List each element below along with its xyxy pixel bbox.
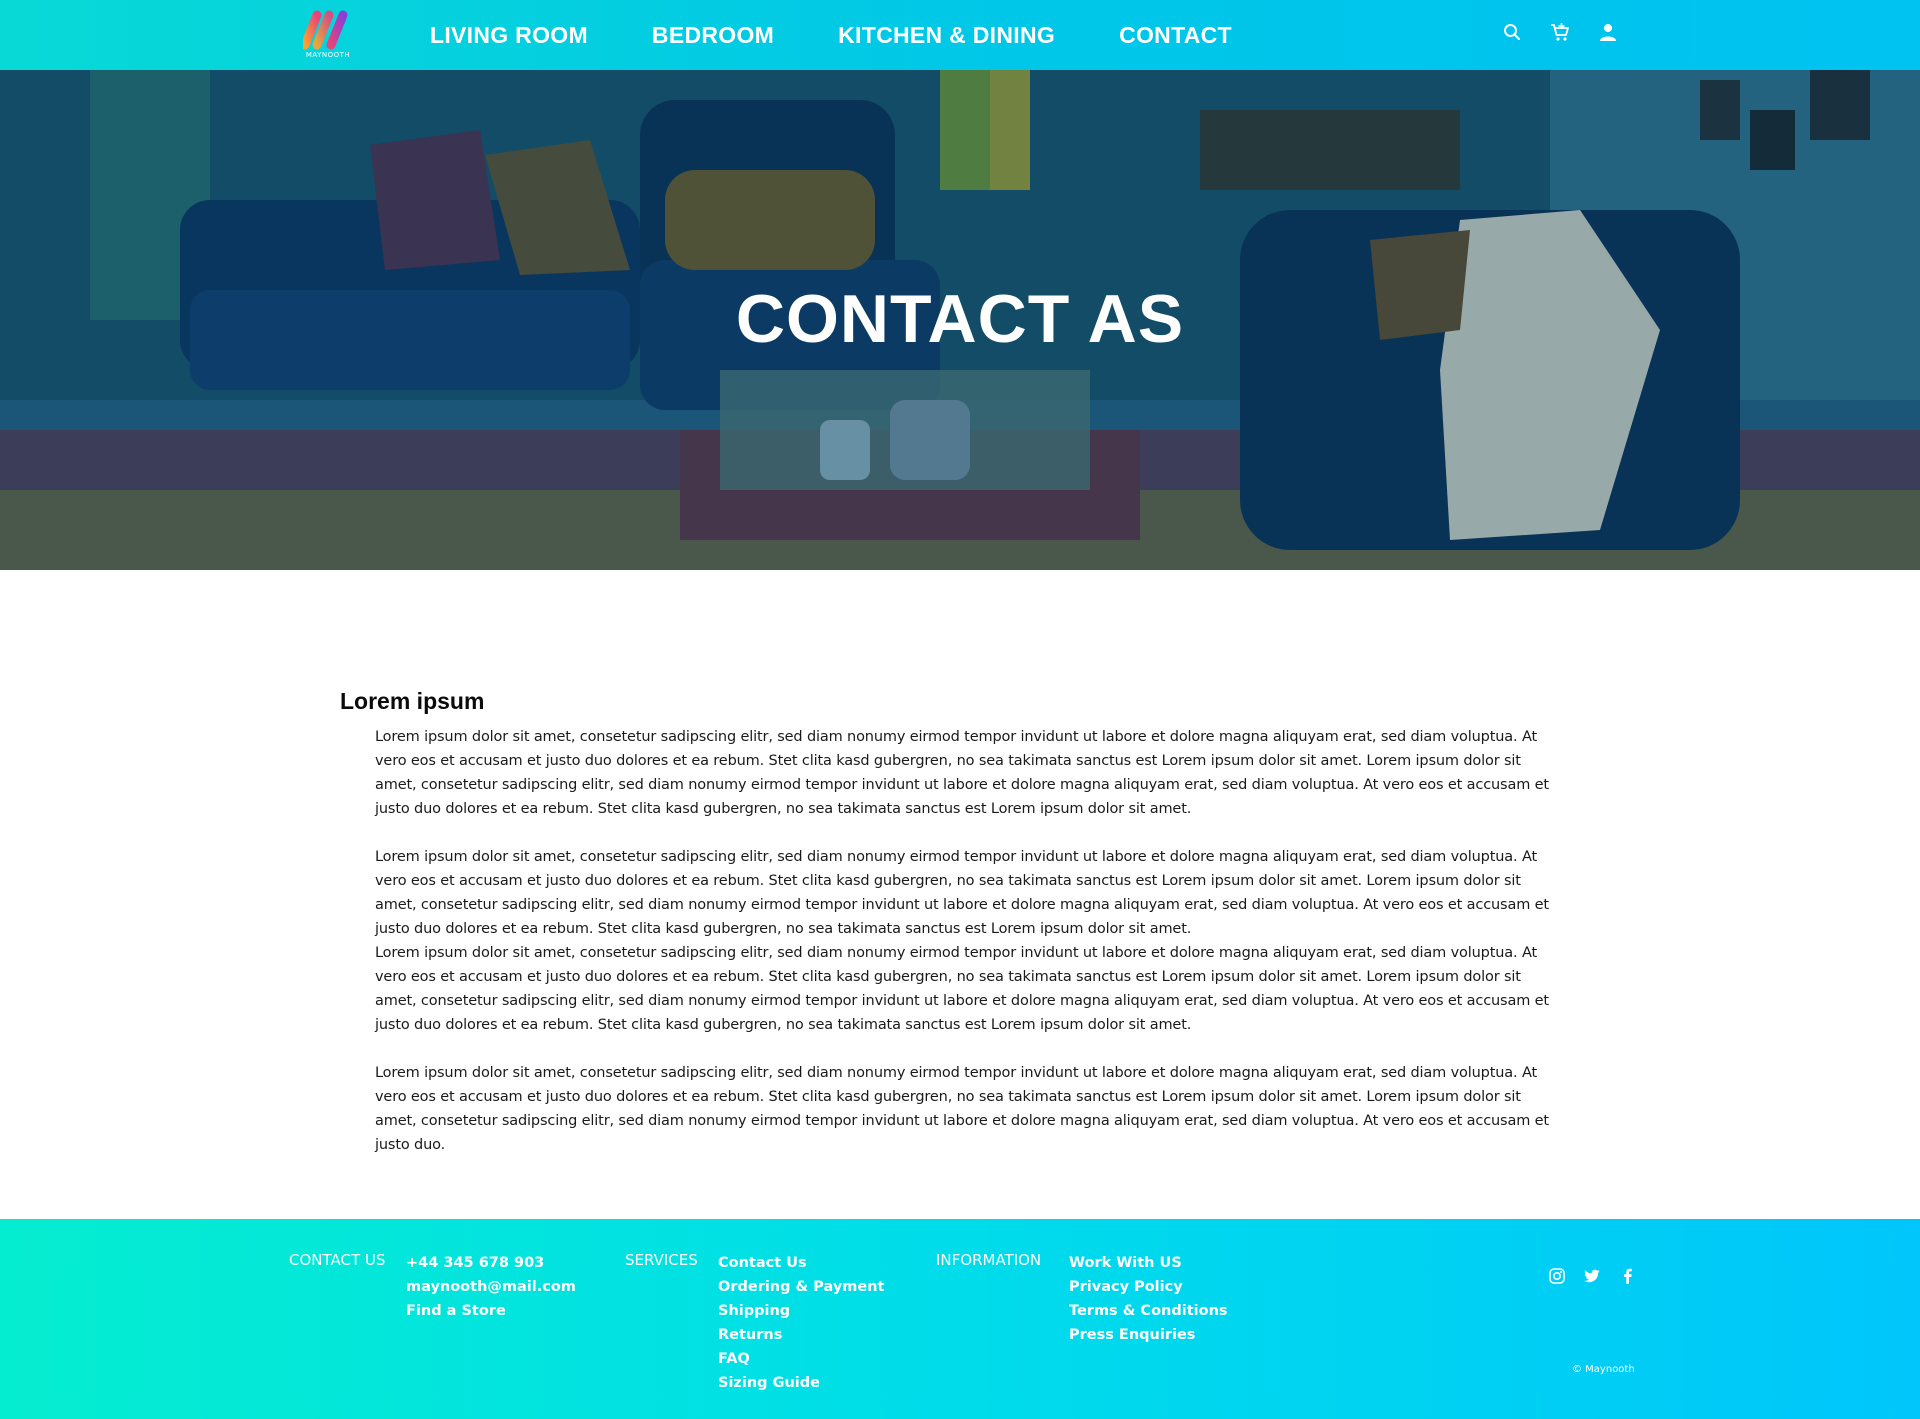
page-title: CONTACT AS	[735, 281, 1185, 357]
nav-kitchen-dining[interactable]: KITCHEN & DINING	[838, 22, 1055, 49]
facebook-icon[interactable]	[1618, 1267, 1636, 1285]
search-icon[interactable]	[1500, 20, 1524, 44]
body-text: Lorem ipsum dolor sit amet, consetetur s…	[375, 725, 1555, 1157]
social-links	[1548, 1267, 1636, 1285]
nav-contact[interactable]: CONTACT	[1119, 22, 1232, 49]
footer-link-press-enquiries[interactable]: Press Enquiries	[1069, 1323, 1228, 1347]
nav-bedroom[interactable]: BEDROOM	[652, 22, 774, 49]
cart-icon[interactable]	[1548, 20, 1572, 44]
logo-mark-icon	[303, 10, 348, 50]
copyright-text: © Maynooth	[1572, 1364, 1635, 1375]
paragraph: Lorem ipsum dolor sit amet, consetetur s…	[375, 1065, 1549, 1153]
footer-information-list: Work With US Privacy Policy Terms & Cond…	[1069, 1251, 1228, 1347]
user-icon[interactable]	[1596, 20, 1620, 44]
main-content: Lorem ipsum Lorem ipsum dolor sit amet, …	[340, 688, 1550, 1157]
footer-phone-link[interactable]: +44 345 678 903	[406, 1251, 576, 1275]
paragraph: Lorem ipsum dolor sit amet, consetetur s…	[375, 729, 1549, 817]
brand-logo[interactable]: MAYNOOTH	[303, 9, 359, 61]
footer-contact-heading: CONTACT US	[289, 1251, 386, 1269]
footer-link-ordering-payment[interactable]: Ordering & Payment	[718, 1275, 884, 1299]
footer-link-work-with-us[interactable]: Work With US	[1069, 1251, 1228, 1275]
footer-services-list: Contact Us Ordering & Payment Shipping R…	[718, 1251, 884, 1395]
footer-link-privacy-policy[interactable]: Privacy Policy	[1069, 1275, 1228, 1299]
hero-banner: CONTACT AS	[0, 70, 1920, 570]
twitter-icon[interactable]	[1583, 1267, 1601, 1285]
footer-link-sizing-guide[interactable]: Sizing Guide	[718, 1371, 884, 1395]
site-footer: CONTACT US +44 345 678 903 maynooth@mail…	[0, 1219, 1920, 1419]
nav-living-room[interactable]: LIVING ROOM	[430, 22, 588, 49]
header-actions	[1500, 20, 1620, 44]
footer-services-heading: SERVICES	[625, 1251, 698, 1269]
section-heading: Lorem ipsum	[340, 688, 485, 714]
paragraph: Lorem ipsum dolor sit amet, consetetur s…	[375, 945, 1549, 1033]
main-nav: LIVING ROOM BEDROOM KITCHEN & DINING CON…	[430, 0, 1296, 70]
footer-email-link[interactable]: maynooth@mail.com	[406, 1275, 576, 1299]
footer-link-returns[interactable]: Returns	[718, 1323, 884, 1347]
brand-name: MAYNOOTH	[305, 51, 351, 59]
site-header: MAYNOOTH LIVING ROOM BEDROOM KITCHEN & D…	[0, 0, 1920, 70]
footer-contact-list: +44 345 678 903 maynooth@mail.com Find a…	[406, 1251, 576, 1323]
footer-find-store-link[interactable]: Find a Store	[406, 1299, 576, 1323]
footer-link-faq[interactable]: FAQ	[718, 1347, 884, 1371]
footer-link-shipping[interactable]: Shipping	[718, 1299, 884, 1323]
footer-information-heading: INFORMATION	[936, 1251, 1042, 1269]
paragraph: Lorem ipsum dolor sit amet, consetetur s…	[375, 849, 1549, 937]
footer-link-contact-us[interactable]: Contact Us	[718, 1251, 884, 1275]
footer-link-terms-conditions[interactable]: Terms & Conditions	[1069, 1299, 1228, 1323]
instagram-icon[interactable]	[1548, 1267, 1566, 1285]
